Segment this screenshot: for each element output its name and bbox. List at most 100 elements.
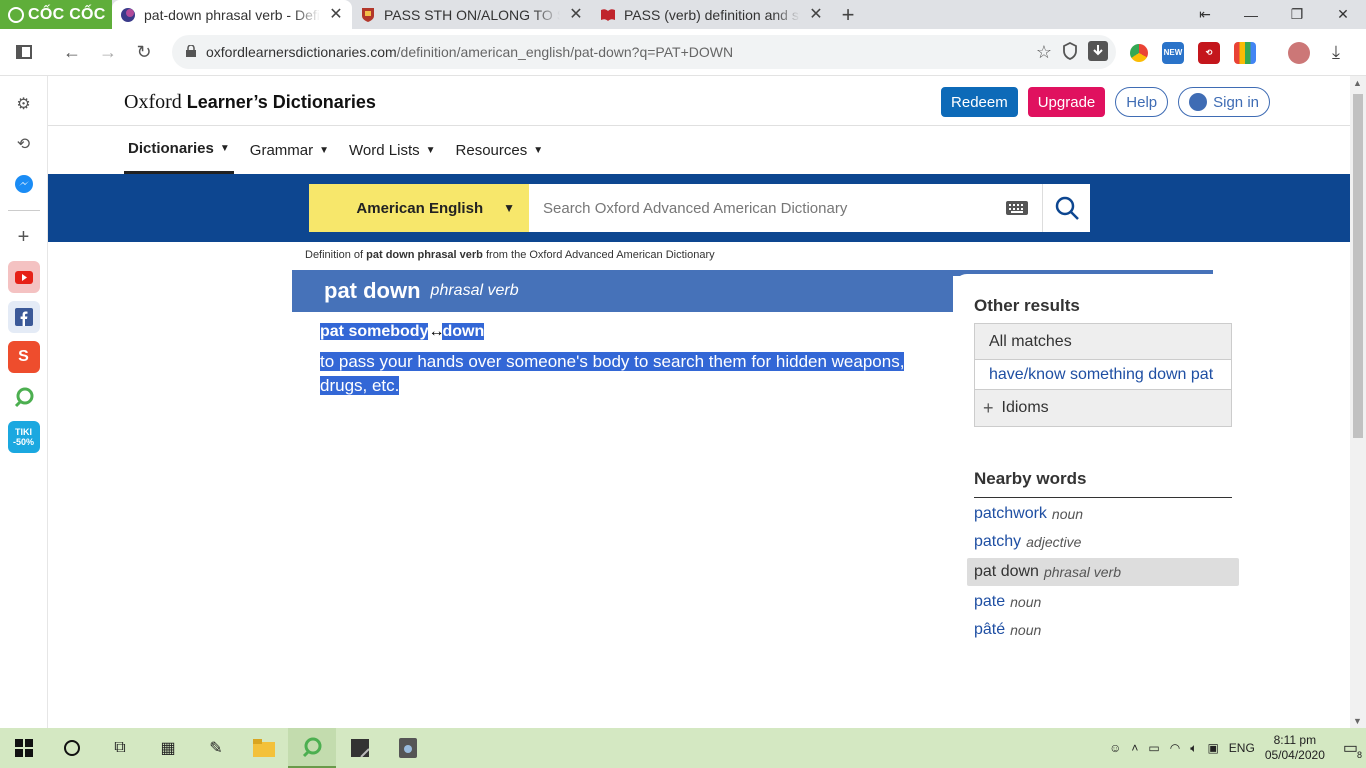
people-icon[interactable]: ☺ (1109, 741, 1121, 755)
coccoc-taskbar-icon[interactable] (288, 728, 336, 768)
reload-button[interactable]: ↻ (126, 34, 162, 70)
youtube-icon[interactable] (7, 261, 40, 293)
resize-cursor-icon: ↔ (428, 323, 445, 340)
paint-icon[interactable]: ✎ (192, 728, 240, 768)
book-favicon-icon (600, 7, 616, 23)
redeem-button[interactable]: Redeem (941, 87, 1018, 117)
nearby-word: patchwork (974, 505, 1047, 522)
shield-icon[interactable] (1062, 41, 1078, 63)
nearby-word: pate (974, 593, 1006, 610)
right-column: Other results All matches have/know some… (953, 274, 1239, 654)
tab-list-icon[interactable]: ⇤ (1182, 0, 1228, 29)
header-actions: Redeem Upgrade Help Sign in (941, 87, 1270, 117)
cortana-search-icon[interactable] (48, 728, 96, 768)
logo-text-plain: Oxford (124, 91, 182, 113)
settings-gear-icon[interactable]: ⚙ (8, 88, 40, 120)
nav-resources[interactable]: Resources ▼ (452, 126, 548, 174)
tiki-icon[interactable]: TIKI -50% (7, 421, 40, 453)
display-icon[interactable]: ▣ (1207, 741, 1218, 755)
new-tab-button[interactable]: + (832, 0, 864, 29)
help-button[interactable]: Help (1115, 87, 1169, 117)
close-tab-icon[interactable]: ✕ (568, 6, 584, 23)
other-results-title: Other results (974, 296, 1080, 315)
history-icon[interactable]: ⟲ (8, 128, 40, 160)
search-input[interactable]: Search Oxford Advanced American Dictiona… (529, 184, 992, 232)
site-logo[interactable]: Oxford Learner’s Dictionaries (124, 91, 376, 114)
download-video-icon[interactable] (1088, 40, 1108, 64)
sidebar-toggle-icon[interactable] (6, 34, 42, 70)
clock[interactable]: 8:11 pm 05/04/2020 (1265, 733, 1325, 763)
sign-in-button[interactable]: Sign in (1178, 87, 1270, 117)
notifications-icon[interactable]: ▭ 8 (1343, 738, 1362, 760)
profile-avatar[interactable] (1288, 41, 1310, 64)
window-controls: ⇤ — ❐ ✕ (1182, 0, 1366, 29)
back-button[interactable]: ← (54, 34, 90, 70)
dictionary-select[interactable]: American English ▼ (309, 184, 529, 232)
chevron-down-icon: ▼ (533, 144, 544, 156)
app-icon[interactable] (384, 728, 432, 768)
chrome-extension-icon[interactable] (1130, 43, 1148, 62)
nearby-word: pâté (974, 621, 1006, 638)
add-panel-icon[interactable]: + (8, 221, 40, 253)
clock-date: 05/04/2020 (1264, 748, 1325, 762)
lock-icon (186, 44, 196, 60)
red-extension-icon[interactable]: ⟲ (1198, 41, 1220, 64)
coccoc-green-icon[interactable] (8, 381, 40, 413)
close-tab-icon[interactable]: ✕ (328, 6, 344, 23)
restore-button[interactable]: ❐ (1274, 0, 1320, 29)
match-link[interactable]: have/know something down pat (975, 360, 1231, 390)
nav-grammar[interactable]: Grammar ▼ (246, 126, 333, 174)
tab-pass-sth-on[interactable]: PASS STH ON/ALONG TO SB | ✕ (352, 0, 592, 29)
minimize-button[interactable]: — (1228, 0, 1274, 29)
scrollbar-thumb[interactable] (1353, 94, 1363, 438)
nearby-item[interactable]: patchwork noun (967, 500, 1239, 528)
new-extension-icon[interactable]: NEW (1162, 41, 1184, 64)
nearby-item[interactable]: patchy adjective (967, 528, 1239, 556)
facebook-icon[interactable] (7, 301, 40, 333)
nearby-pos: phrasal verb (1043, 564, 1121, 580)
sticky-notes-icon[interactable] (336, 728, 384, 768)
task-view-icon[interactable]: ⧉ (96, 728, 144, 768)
nav-dictionaries[interactable]: Dictionaries ▼ (124, 126, 234, 174)
address-bar[interactable]: oxfordlearnersdictionaries.com/definitio… (172, 35, 1116, 69)
nearby-item[interactable]: pâté noun (967, 616, 1239, 644)
search-button[interactable] (1042, 184, 1090, 232)
scroll-down-icon[interactable]: ▼ (1353, 716, 1362, 726)
shopee-icon[interactable]: S (7, 341, 40, 373)
close-window-button[interactable]: ✕ (1320, 0, 1366, 29)
definition-line-1: to pass your hands over someone's body t… (320, 352, 905, 371)
dictionary-select-label: American English (356, 199, 484, 217)
system-tray: ☺ ˄ ▭ ◠ 🔈︎ ▣ ENG 8:11 pm 05/04/2020 ▭ 8 (1109, 733, 1366, 763)
messenger-icon[interactable] (8, 168, 40, 200)
tab-pat-down[interactable]: pat-down phrasal verb - Defi ✕ (112, 0, 352, 29)
bookmark-star-icon[interactable]: ☆ (1036, 42, 1052, 63)
all-matches-header[interactable]: All matches (975, 324, 1231, 360)
scroll-up-icon[interactable]: ▲ (1353, 78, 1362, 88)
app-grid-icon[interactable]: ▦ (144, 728, 192, 768)
chevron-up-icon[interactable]: ˄ (1131, 741, 1138, 755)
nav-word-lists[interactable]: Word Lists ▼ (345, 126, 439, 174)
keyboard-icon[interactable] (992, 184, 1042, 232)
close-tab-icon[interactable]: ✕ (808, 6, 824, 23)
idioms-toggle[interactable]: + Idioms (975, 390, 1231, 426)
grid-extension-icon[interactable] (1234, 41, 1256, 64)
phrase-part-2: down (442, 323, 485, 340)
chevron-down-icon: ▼ (319, 144, 330, 156)
battery-icon[interactable]: ▭ (1148, 741, 1159, 755)
nearby-item[interactable]: pate noun (967, 588, 1239, 616)
forward-button[interactable]: → (90, 34, 126, 70)
coccoc-menu-button[interactable]: CỐC CỐC (0, 0, 112, 29)
nav-label: Resources (455, 141, 528, 159)
page-scrollbar[interactable]: ▲ ▼ (1350, 76, 1366, 728)
downloads-icon[interactable]: ⤓ (1332, 42, 1340, 63)
tab-pass-verb[interactable]: PASS (verb) definition and syr ✕ (592, 0, 832, 29)
language-indicator[interactable]: ENG (1229, 741, 1255, 755)
extensions-bar: NEW ⟲ ⤓ (1130, 29, 1340, 76)
windows-start-icon[interactable] (0, 728, 48, 768)
wifi-icon[interactable]: ◠ (1170, 741, 1180, 755)
volume-icon[interactable]: 🔈︎ (1190, 741, 1197, 756)
file-explorer-icon[interactable] (240, 728, 288, 768)
search-box: American English ▼ Search Oxford Advance… (309, 184, 1090, 232)
upgrade-button[interactable]: Upgrade (1027, 87, 1106, 117)
logo-text-bold: Learner’s Dictionaries (186, 92, 376, 112)
